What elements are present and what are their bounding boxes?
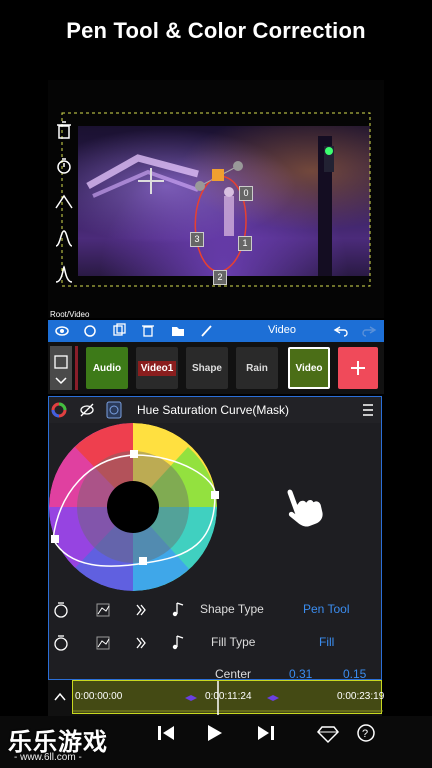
diamond-icon — [316, 726, 340, 744]
curve-ease-icon[interactable] — [54, 192, 74, 212]
copy-icon — [113, 323, 126, 336]
toolbar-layer-name: Video — [268, 324, 296, 336]
fill-type-label: Fill Type — [211, 635, 256, 649]
color-wheel-icon — [51, 402, 67, 418]
clip-shape[interactable]: Shape — [186, 347, 228, 389]
mask-point-0[interactable]: 0 — [239, 186, 253, 201]
shape-type-label: Shape Type — [200, 602, 264, 616]
center-value-x[interactable]: 0.31 — [289, 667, 312, 679]
music-note-icon — [172, 635, 184, 650]
center-value-y[interactable]: 0.15 — [343, 667, 366, 679]
layer-menu-button[interactable] — [50, 346, 72, 390]
property-row-shape-type: Shape Type Pen Tool — [49, 595, 381, 625]
trash-icon[interactable] — [54, 120, 74, 140]
stopwatch-icon — [54, 602, 68, 618]
layer-toolbar: Video — [48, 320, 384, 342]
layer-strip: Audio Video1 Shape Rain Video — [48, 342, 384, 394]
undo-icon — [333, 326, 348, 337]
pen-icon — [201, 325, 212, 337]
timeline[interactable]: 0:00:00:00 0:00:11:24 0:00:23:19 — [48, 680, 385, 716]
music-note-icon — [172, 602, 184, 617]
chevron-up-icon[interactable] — [48, 680, 72, 714]
effect-panel: Hue Saturation Curve(Mask) Shape Type Pe… — [48, 396, 382, 680]
clip-audio[interactable]: Audio — [86, 347, 128, 389]
circle-icon — [84, 325, 96, 337]
clip-video-label: Video — [295, 362, 323, 374]
timecode-start: 0:00:00:00 — [75, 691, 123, 702]
hue-wheel[interactable] — [49, 423, 381, 613]
mask-point-3[interactable]: 3 — [190, 232, 204, 247]
step-back-icon — [158, 726, 174, 740]
play-icon — [208, 725, 222, 741]
clip-video1-label: Video1 — [137, 360, 177, 376]
help-icon: ? — [357, 724, 375, 742]
eye-hidden-icon — [80, 403, 94, 417]
delete-icon — [142, 325, 154, 337]
svg-text:?: ? — [362, 728, 368, 740]
center-label: Center — [215, 667, 252, 679]
curve-smooth-icon[interactable] — [54, 228, 74, 248]
clip-rain[interactable]: Rain — [236, 347, 278, 389]
keyframe-icon — [136, 604, 146, 616]
mask-point-2[interactable]: 2 — [213, 270, 227, 285]
timecode-current: 0:00:11:24 — [205, 691, 252, 702]
timeline-track[interactable]: 0:00:00:00 0:00:11:24 0:00:23:19 — [72, 680, 385, 715]
panel-title: Hue Saturation Curve(Mask) — [137, 403, 290, 417]
property-row-fill-type: Fill Type Fill — [49, 628, 381, 658]
redo-icon — [362, 326, 377, 337]
step-forward-icon — [258, 726, 274, 740]
graph-icon — [96, 603, 110, 617]
stopwatch-icon — [54, 635, 68, 651]
timecode-end: 0:00:23:19 — [337, 691, 385, 702]
curve-sharp-icon[interactable] — [54, 264, 74, 284]
graph-icon — [96, 636, 110, 650]
mask-point-1[interactable]: 1 — [238, 236, 252, 251]
folder-icon — [172, 327, 184, 336]
panel-header: Hue Saturation Curve(Mask) — [49, 397, 381, 423]
mask-icon — [106, 401, 122, 419]
property-row-center: Center 0.31 0.15 — [49, 661, 381, 679]
fill-type-value[interactable]: Fill — [319, 635, 334, 649]
clip-video-selected[interactable]: Video — [288, 347, 330, 389]
eye-icon — [55, 326, 69, 336]
preview-tools — [50, 118, 76, 288]
watermark-url: - www.6ll.com - — [14, 752, 82, 763]
stopwatch-icon[interactable] — [54, 156, 74, 176]
layer-divider — [75, 346, 78, 390]
breadcrumb: Root/Video — [50, 310, 90, 319]
shape-type-value[interactable]: Pen Tool — [303, 602, 349, 616]
menu-icon — [363, 404, 373, 416]
keyframe-icon — [136, 637, 146, 649]
clip-video1[interactable]: Video1 — [136, 347, 178, 389]
add-layer-button[interactable] — [338, 347, 378, 389]
hand-gesture-icon — [287, 489, 323, 527]
